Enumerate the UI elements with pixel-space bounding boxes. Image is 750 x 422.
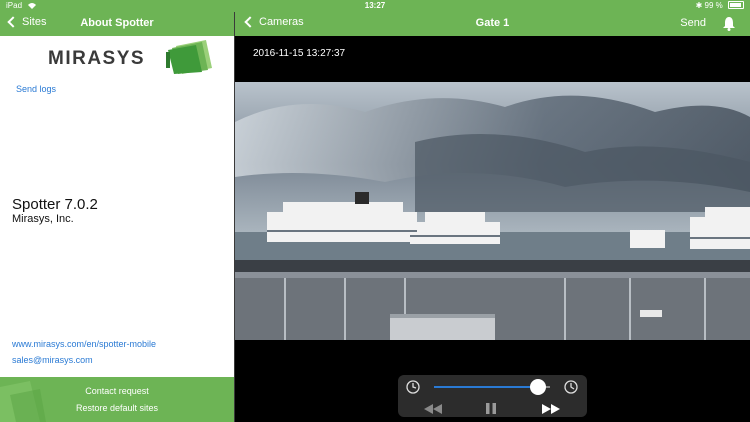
- about-footer: Contact request Restore default sites: [0, 377, 234, 422]
- send-logs-link[interactable]: Send logs: [16, 84, 56, 94]
- bell-icon[interactable]: [722, 16, 736, 36]
- history-icon[interactable]: [405, 379, 421, 400]
- about-nav-bar: Sites About Spotter: [0, 12, 234, 36]
- email-link[interactable]: sales@mirasys.com: [12, 355, 93, 365]
- battery-icon: [728, 1, 744, 9]
- clock-icon[interactable]: [563, 379, 579, 400]
- playback-slider-thumb[interactable]: [530, 379, 547, 395]
- battery-status: ✱ 99 %: [696, 0, 744, 12]
- clock: 13:27: [364, 1, 386, 10]
- logo-wordmark: MIRASYS: [48, 48, 146, 69]
- page-title: About Spotter: [80, 17, 154, 29]
- camera-nav-bar: Cameras Gate 1 Send: [235, 12, 750, 36]
- rewind-icon[interactable]: [424, 401, 442, 419]
- footer-decoration-icon: [0, 381, 46, 422]
- pause-icon[interactable]: [486, 401, 496, 419]
- mirasys-logo: MIRASYS: [48, 40, 218, 74]
- logo-mark-icon: [166, 40, 212, 74]
- company-name: Mirasys, Inc.: [12, 213, 74, 225]
- camera-title: Gate 1: [475, 17, 510, 29]
- send-button[interactable]: Send: [680, 17, 706, 29]
- app-version: Spotter 7.0.2: [12, 196, 98, 213]
- status-bar: iPad 13:27 ✱ 99 %: [0, 0, 750, 12]
- video-timestamp: 2016-11-15 13:27:37: [253, 48, 346, 59]
- camera-video-frame[interactable]: [235, 82, 750, 340]
- website-link[interactable]: www.mirasys.com/en/spotter-mobile: [12, 339, 156, 349]
- battery-percent: 99 %: [704, 1, 723, 10]
- harbor-scene-image: [235, 82, 750, 340]
- restore-default-sites-button[interactable]: Restore default sites: [0, 403, 234, 413]
- playback-progress: [434, 386, 539, 388]
- fast-forward-icon[interactable]: [542, 401, 560, 419]
- bluetooth-icon: ✱: [695, 1, 703, 10]
- contact-request-button[interactable]: Contact request: [0, 386, 234, 396]
- about-panel: Sites About Spotter MIRASYS Send logs Sp…: [0, 0, 234, 422]
- playback-controls: [398, 375, 587, 417]
